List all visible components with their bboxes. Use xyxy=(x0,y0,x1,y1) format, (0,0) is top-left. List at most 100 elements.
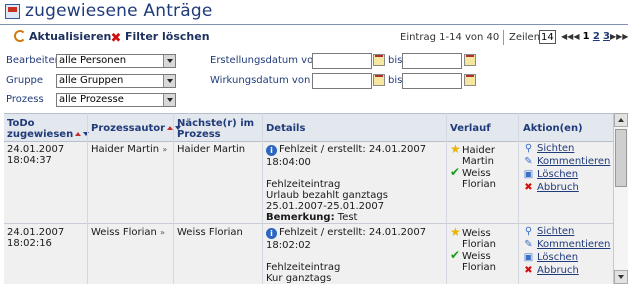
clear-filter-label: Filter löschen xyxy=(125,30,210,43)
page-link-current[interactable]: 1 xyxy=(583,31,590,42)
comment-link[interactable]: ✎ Kommentieren xyxy=(523,156,610,169)
prozess-label: Prozess xyxy=(6,94,44,105)
history-cell: ★Haider Martin ✔ Weiss Florian xyxy=(450,142,497,190)
prozess-select[interactable]: alle Prozesse xyxy=(56,93,176,107)
wirkungsdatum-to-input[interactable] xyxy=(402,73,462,89)
refresh-button[interactable]: Aktualisieren xyxy=(14,30,111,43)
scrollbar-thumb[interactable] xyxy=(615,129,627,187)
erstellungsdatum-label: Erstellungsdatum von xyxy=(210,55,320,66)
trash-icon: ▣ xyxy=(523,169,534,180)
remark-label: Bemerkung: xyxy=(266,212,335,223)
next-cell: Haider Martin xyxy=(177,144,246,155)
title-bar: zugewiesene Anträge xyxy=(0,0,628,26)
rows-per-page-input[interactable] xyxy=(539,30,556,44)
star-icon: ★ xyxy=(450,225,461,239)
header-next: Nächste(r) im Prozess xyxy=(177,118,255,140)
calendar-icon[interactable] xyxy=(464,74,476,86)
prozess-value: alle Prozesse xyxy=(59,94,124,105)
calendar-icon[interactable] xyxy=(464,54,476,66)
header-history: Verlauf xyxy=(450,123,491,134)
author-cell[interactable]: Weiss Florian » xyxy=(91,227,165,238)
delete-filter-icon: ✖ xyxy=(110,31,122,46)
pagination: ◀◀◀ 1 2 3▶▶▶ xyxy=(561,31,628,42)
toolbar: Aktualisieren ✖ Filter löschen Eintrag 1-… xyxy=(0,27,628,47)
abort-link[interactable]: ✖ Abbruch xyxy=(523,182,610,195)
todo-date: 24.01.2007 18:04:37 xyxy=(7,144,65,166)
toolbar-separator xyxy=(503,30,504,45)
calendar-icon[interactable] xyxy=(373,74,385,86)
bis-label: bis xyxy=(388,55,403,66)
page-link-2[interactable]: 2 xyxy=(593,31,600,42)
wirkungsdatum-label: Wirkungsdatum von xyxy=(210,75,311,86)
header-author[interactable]: Prozessautor xyxy=(91,123,182,134)
trash-icon: ▣ xyxy=(523,252,534,263)
refresh-icon xyxy=(14,30,26,42)
header-details: Details xyxy=(266,123,306,134)
last-page-icon[interactable]: ▶▶ xyxy=(616,32,628,41)
refresh-label: Aktualisieren xyxy=(29,30,112,43)
scroll-up-icon[interactable] xyxy=(614,113,628,127)
entry-count: Eintrag 1-14 von 40 xyxy=(400,32,500,43)
form-icon xyxy=(5,4,20,19)
chevron-down-icon: » xyxy=(162,145,168,154)
calendar-icon[interactable] xyxy=(373,54,385,66)
chevron-down-icon xyxy=(163,55,175,67)
prev-page-icon[interactable]: ◀ xyxy=(573,32,579,41)
info-icon[interactable]: i xyxy=(266,145,277,156)
comment-icon: ✎ xyxy=(524,239,533,250)
details-cell: i Fehlzeit / erstellt: 24.01.2007 18:04:0… xyxy=(266,144,427,223)
erstellungsdatum-from-input[interactable] xyxy=(312,53,372,69)
remark-value: Test xyxy=(337,212,358,223)
chevron-down-icon xyxy=(163,75,175,87)
delete-link[interactable]: ▣ Löschen xyxy=(523,169,610,182)
author-cell[interactable]: Haider Martin » xyxy=(91,144,167,155)
abort-icon: ✖ xyxy=(524,265,533,276)
scroll-down-icon[interactable] xyxy=(614,270,628,284)
bearbeiter-select[interactable]: alle Personen xyxy=(56,54,176,68)
abort-icon: ✖ xyxy=(524,182,533,193)
star-icon: ★ xyxy=(450,142,461,156)
comment-link[interactable]: ✎ Kommentieren xyxy=(523,239,610,252)
magnifier-icon: ⚲ xyxy=(524,143,533,154)
chevron-down-icon xyxy=(163,94,175,106)
wirkungsdatum-from-input[interactable] xyxy=(312,73,372,89)
bearbeiter-label: Bearbeiter xyxy=(6,55,59,66)
first-page-icon[interactable]: ◀◀ xyxy=(561,32,573,41)
actions-cell: ⚲ Sichten ✎ Kommentieren ▣ Löschen ✖ Abbruch xyxy=(523,143,611,195)
table-scrollbar[interactable] xyxy=(613,113,628,284)
abort-link[interactable]: ✖ Abbruch xyxy=(523,265,610,278)
header-actions: Aktion(en) xyxy=(523,123,583,134)
history-cell: ★Weiss Florian ✔ Weiss Florian xyxy=(450,225,497,273)
bis-label: bis xyxy=(388,75,403,86)
comment-icon: ✎ xyxy=(524,156,533,167)
erstellungsdatum-to-input[interactable] xyxy=(402,53,462,69)
page-link-3[interactable]: 3 xyxy=(603,31,610,42)
gruppe-select[interactable]: alle Gruppen xyxy=(56,74,176,88)
column-divider xyxy=(262,113,263,284)
column-divider xyxy=(173,113,174,284)
delete-link[interactable]: ▣ Löschen xyxy=(523,252,610,265)
check-icon: ✔ xyxy=(450,248,461,262)
view-link[interactable]: ⚲ Sichten xyxy=(523,143,610,156)
column-divider xyxy=(518,113,519,284)
rows-label: Zeilen xyxy=(509,32,541,43)
title-divider xyxy=(0,24,628,25)
table-header: ToDo zugewiesen Prozessautor Nächste(r) … xyxy=(4,113,613,142)
chevron-down-icon: » xyxy=(160,228,165,237)
table-row: 24.01.2007 18:04:37 Haider Martin » Haide… xyxy=(4,142,613,223)
table-row: 24.01.2007 18:02:16 Weiss Florian » Weiss… xyxy=(4,224,613,284)
info-icon[interactable]: i xyxy=(266,228,277,239)
column-divider xyxy=(446,113,447,284)
bearbeiter-value: alle Personen xyxy=(59,55,127,66)
header-todo[interactable]: ToDo zugewiesen xyxy=(7,118,90,140)
page-title: zugewiesene Anträge xyxy=(25,1,213,21)
gruppe-label: Gruppe xyxy=(6,75,44,86)
sort-asc-icon xyxy=(75,132,82,136)
check-icon: ✔ xyxy=(450,165,461,179)
todo-date: 24.01.2007 18:02:16 xyxy=(7,227,65,249)
view-link[interactable]: ⚲ Sichten xyxy=(523,226,610,239)
actions-cell: ⚲ Sichten ✎ Kommentieren ▣ Löschen ✖ Abbruch xyxy=(523,226,611,278)
clear-filter-button[interactable]: ✖ Filter löschen xyxy=(110,30,210,45)
next-cell: Weiss Florian xyxy=(177,227,243,238)
details-cell: i Fehlzeit / erstellt: 24.01.2007 18:02:0… xyxy=(266,227,427,284)
